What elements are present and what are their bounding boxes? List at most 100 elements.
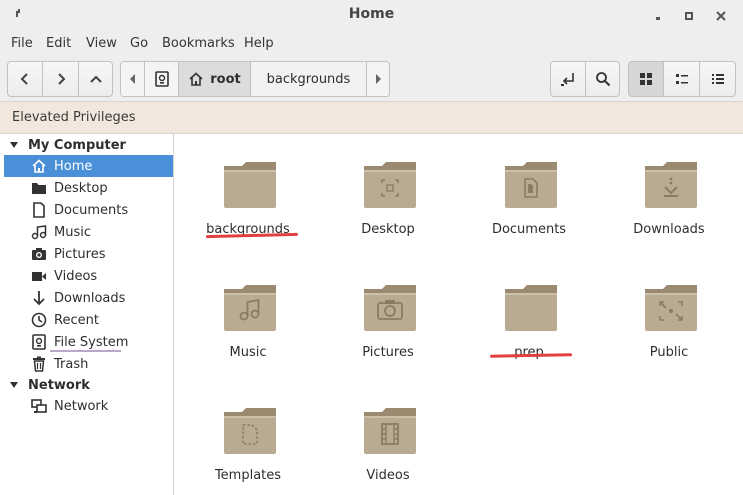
pictures-folder-icon: [364, 285, 416, 331]
folder-label: Public: [649, 345, 689, 360]
breadcrumb-root[interactable]: root: [179, 62, 251, 96]
folder-tile[interactable]: backgrounds: [178, 142, 318, 265]
templates-folder-icon: [224, 408, 276, 454]
menu-view[interactable]: View: [86, 36, 117, 51]
back-icon: [20, 73, 28, 85]
sidebar-item-label: Videos: [54, 268, 98, 284]
clock-icon: [30, 311, 48, 329]
sidebar-item-label: Recent: [54, 312, 99, 328]
maximize-icon[interactable]: [681, 8, 697, 24]
sidebar-item-label: Network: [54, 398, 109, 414]
folder-tile[interactable]: Downloads: [599, 142, 739, 265]
music-note-icon: [30, 223, 48, 241]
forward-icon: [57, 73, 65, 85]
menu-bookmarks[interactable]: Bookmarks: [162, 36, 235, 51]
window-title: Home: [348, 6, 395, 22]
home-icon: [30, 157, 48, 175]
menu-edit[interactable]: Edit: [46, 36, 71, 51]
sidebar-item-downloads[interactable]: Downloads: [4, 287, 173, 309]
folder-label: Videos: [366, 468, 410, 483]
sidebar-item-documents[interactable]: Documents: [4, 199, 173, 221]
folder-tile[interactable]: prep: [459, 265, 599, 388]
sidebar-item-label: Home: [54, 158, 93, 174]
breadcrumb-backgrounds-label: backgrounds: [266, 71, 351, 87]
folder-tile[interactable]: Templates: [178, 388, 318, 495]
up-icon: [89, 75, 102, 83]
menu-help[interactable]: Help: [244, 36, 274, 51]
search-button[interactable]: [586, 61, 620, 97]
folder-icon: [224, 162, 276, 208]
breadcrumb-right-arrow[interactable]: [367, 62, 389, 96]
sidebar-item-network[interactable]: Network: [4, 395, 173, 417]
open-terminal-icon: [561, 73, 574, 86]
file-view: backgrounds Desktop Documents Downloads …: [174, 134, 743, 495]
folder-label: Desktop: [361, 222, 415, 237]
close-icon[interactable]: [713, 8, 729, 24]
desktop-folder-icon: [364, 162, 416, 208]
expander-down-icon: [10, 382, 18, 388]
menu-go[interactable]: Go: [130, 36, 148, 51]
folder-tile[interactable]: Public: [599, 265, 739, 388]
sidebar-item-label: Documents: [54, 202, 129, 218]
folder-label: prep: [514, 345, 544, 360]
forward-button[interactable]: [43, 61, 79, 97]
sidebar-item-label: Desktop: [54, 180, 108, 196]
sidebar: My Computer Home Desktop Documents Music…: [0, 134, 174, 495]
sidebar-item-pictures[interactable]: Pictures: [4, 243, 173, 265]
desktop-folder-icon: [30, 179, 48, 197]
grid-view-icon: [640, 73, 652, 85]
chevron-left-icon: [129, 74, 135, 84]
sidebar-section-title: Network: [28, 377, 90, 393]
sidebar-item-trash[interactable]: Trash: [4, 353, 173, 375]
minimize-icon[interactable]: [650, 8, 666, 24]
breadcrumb-drive[interactable]: [145, 62, 179, 96]
video-icon: [30, 267, 48, 285]
grid-view-button[interactable]: [628, 61, 664, 97]
sidebar-item-label: File System: [54, 334, 129, 350]
sidebar-section-my-computer[interactable]: My Computer: [0, 134, 173, 156]
breadcrumb-left-arrow[interactable]: [121, 62, 145, 96]
breadcrumb-backgrounds[interactable]: backgrounds: [251, 62, 367, 96]
sidebar-item-label: Downloads: [54, 290, 126, 306]
toolbar: root backgrounds: [0, 56, 743, 102]
folder-tile[interactable]: Music: [178, 265, 318, 388]
drive-icon: [154, 71, 169, 87]
breadcrumb: root backgrounds: [120, 61, 390, 97]
documents-folder-icon: [505, 162, 557, 208]
music-folder-icon: [224, 285, 276, 331]
back-button[interactable]: [7, 61, 43, 97]
camera-icon: [30, 245, 48, 263]
public-folder-icon: [645, 285, 697, 331]
list-view-button[interactable]: [700, 61, 736, 97]
sidebar-item-label: Trash: [54, 356, 89, 372]
sidebar-item-music[interactable]: Music: [4, 221, 173, 243]
folder-tile[interactable]: Desktop: [318, 142, 458, 265]
sidebar-section-title: My Computer: [28, 137, 126, 153]
up-button[interactable]: [79, 61, 113, 97]
folder-tile[interactable]: Documents: [459, 142, 599, 265]
home-icon: [189, 72, 203, 86]
compact-view-button[interactable]: [664, 61, 700, 97]
elevated-privileges-banner: Elevated Privileges: [0, 102, 743, 134]
sidebar-item-home[interactable]: Home: [4, 155, 173, 177]
folder-label: Downloads: [633, 222, 705, 237]
sidebar-item-desktop[interactable]: Desktop: [4, 177, 173, 199]
chevron-right-icon: [376, 74, 381, 84]
folder-tile[interactable]: Videos: [318, 388, 458, 495]
menu-bar: File Edit View Go Bookmarks Help: [0, 31, 743, 56]
sidebar-item-videos[interactable]: Videos: [4, 265, 173, 287]
menu-file[interactable]: File: [11, 36, 33, 51]
sidebar-section-network[interactable]: Network: [0, 374, 173, 396]
folder-tile[interactable]: Pictures: [318, 265, 458, 388]
network-computers-icon: [30, 397, 48, 415]
folder-label: Pictures: [362, 345, 414, 360]
sidebar-item-label: Music: [54, 224, 91, 240]
download-arrow-icon: [30, 289, 48, 307]
open-terminal-button[interactable]: [550, 61, 586, 97]
sidebar-item-recent[interactable]: Recent: [4, 309, 173, 331]
banner-text: Elevated Privileges: [12, 110, 136, 125]
file-system-underline: [50, 350, 121, 352]
folder-label: Documents: [491, 222, 567, 237]
trash-icon: [30, 355, 48, 373]
downloads-folder-icon: [645, 162, 697, 208]
